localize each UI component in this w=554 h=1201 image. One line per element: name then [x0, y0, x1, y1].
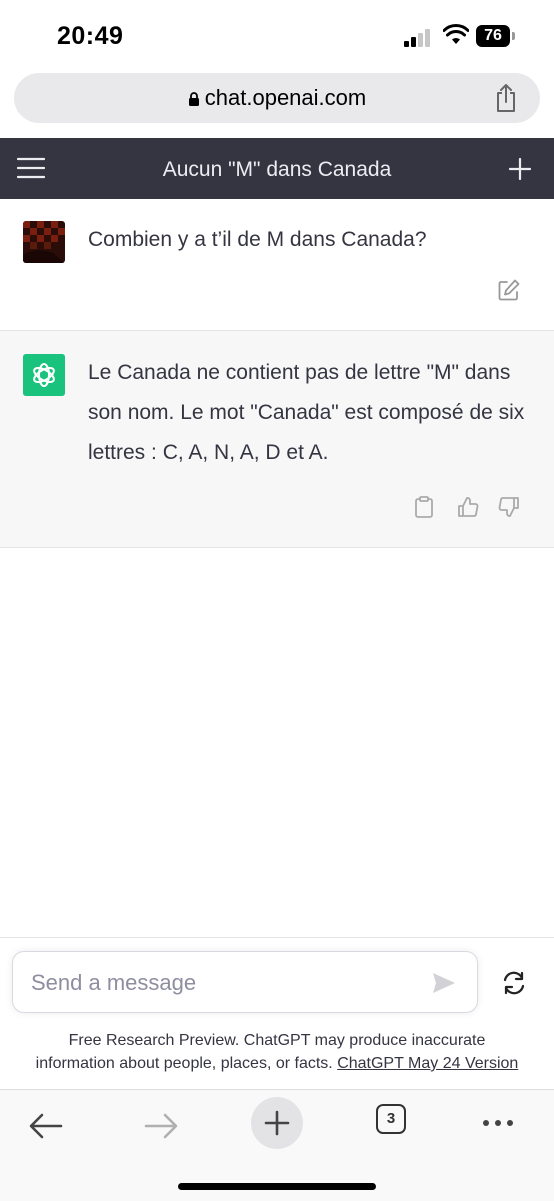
thumbs-up-icon[interactable]: [456, 495, 480, 519]
battery-icon: 76: [476, 25, 516, 47]
message-input-placeholder: Send a message: [31, 970, 197, 995]
chat-header: Aucun "M" dans Canada: [0, 138, 554, 199]
chat-title: Aucun "M" dans Canada: [162, 158, 392, 181]
regenerate-icon[interactable]: [501, 971, 527, 995]
message-input[interactable]: Send a message: [12, 951, 478, 1013]
battery-level: 76: [476, 25, 510, 47]
new-tab-button[interactable]: [251, 1097, 303, 1149]
more-icon[interactable]: [478, 1106, 518, 1146]
send-icon[interactable]: [431, 971, 457, 995]
version-link[interactable]: ChatGPT May 24 Version: [337, 1055, 518, 1072]
disclaimer-line2: information about people, places, or fac…: [35, 1055, 333, 1072]
browser-toolbar: 3: [0, 1089, 554, 1201]
plus-icon[interactable]: [508, 157, 532, 181]
user-message: Combien y a t’il de M dans Canada?: [0, 199, 554, 331]
tabs-button[interactable]: 3: [376, 1104, 406, 1134]
home-indicator: [178, 1183, 376, 1190]
forward-arrow-icon[interactable]: [141, 1106, 181, 1146]
disclaimer: Free Research Preview. ChatGPT may produ…: [0, 1029, 554, 1075]
new-tab-icon: [264, 1110, 290, 1136]
assistant-message: Le Canada ne contient pas de lettre "M" …: [0, 331, 554, 548]
cellular-signal-icon: [404, 27, 434, 47]
openai-logo-icon: [23, 354, 65, 396]
disclaimer-line1: Free Research Preview. ChatGPT may produ…: [68, 1032, 486, 1049]
thumbs-down-icon[interactable]: [497, 495, 521, 519]
clipboard-icon[interactable]: [412, 495, 436, 519]
url-text: chat.openai.com: [204, 85, 367, 110]
address-bar[interactable]: chat.openai.com: [14, 73, 540, 123]
back-arrow-icon[interactable]: [26, 1106, 66, 1146]
url-display[interactable]: chat.openai.com: [14, 73, 540, 123]
user-message-text: Combien y a t’il de M dans Canada?: [88, 228, 427, 251]
status-time: 20:49: [57, 22, 124, 50]
assistant-message-text: Le Canada ne contient pas de lettre "M" …: [88, 361, 525, 464]
avatar: [23, 221, 65, 263]
wifi-icon: [443, 24, 469, 44]
composer-area: Send a message Free Research Preview. Ch…: [0, 937, 554, 1090]
edit-icon[interactable]: [497, 278, 521, 302]
lock-icon: [188, 92, 199, 106]
status-bar: 20:49 76: [0, 0, 554, 70]
share-icon[interactable]: [494, 83, 518, 113]
